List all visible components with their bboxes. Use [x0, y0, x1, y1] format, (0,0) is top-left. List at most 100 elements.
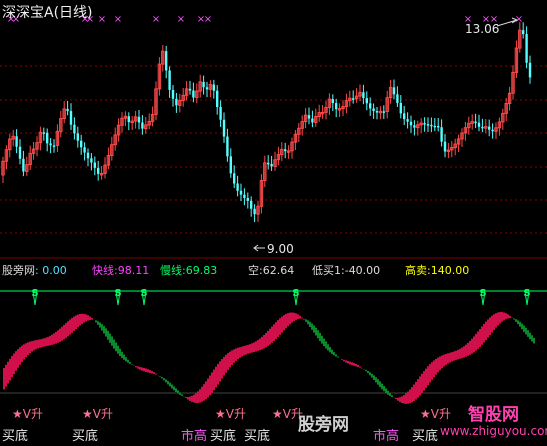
candle-body	[270, 163, 273, 167]
candle-body	[481, 126, 484, 129]
watermark-url: www.zhiguyou.com	[440, 424, 547, 438]
period-label: (日线)	[53, 5, 93, 21]
candle-body	[127, 116, 130, 123]
candle-body	[222, 119, 226, 137]
candle-body	[382, 111, 385, 113]
candle-body	[202, 81, 205, 88]
candle-body	[362, 92, 365, 99]
candle-body	[335, 103, 338, 110]
candle-body	[437, 125, 440, 128]
star-vup-label: ★V升	[420, 407, 451, 421]
candle-body	[443, 141, 447, 152]
candle-body	[250, 200, 253, 209]
slow-line-label: 慢线:	[160, 264, 186, 277]
candle-body	[406, 119, 409, 122]
candle-body	[522, 30, 525, 35]
candle-body	[311, 118, 314, 123]
high-sell-value: 140.00	[430, 264, 470, 277]
candle-body	[284, 149, 287, 152]
candle-body	[216, 90, 219, 108]
candle-body	[474, 121, 477, 124]
candle-body	[46, 132, 49, 144]
candle-body	[352, 98, 355, 100]
candle-body	[491, 129, 494, 132]
candle-body	[188, 88, 192, 91]
candle-body	[331, 99, 334, 104]
high-price-label: 13.06	[465, 22, 500, 36]
high-sell-readout: 高卖:140.00	[405, 264, 469, 277]
candle-body	[137, 116, 141, 123]
candle-body	[219, 107, 222, 120]
fast-line-readout: 快线:98.11	[92, 264, 149, 277]
empty-readout: 空:62.64	[248, 264, 294, 277]
candle-body	[392, 87, 396, 95]
high-sell-label: 高卖:	[405, 264, 431, 277]
candle-body	[426, 124, 430, 126]
candle-body	[175, 98, 178, 106]
empty-value: 62.64	[262, 264, 295, 277]
slow-line-readout: 慢线:69.83	[160, 264, 217, 277]
star-vup-label: ★V升	[215, 407, 246, 421]
candle-body	[22, 158, 25, 172]
market-high-label: 市高	[373, 428, 399, 444]
buy-bottom-label: 买底	[244, 428, 270, 444]
candle-body	[229, 156, 232, 174]
stock-name: 深深宝A	[2, 5, 54, 21]
candle-body	[246, 198, 249, 201]
candles	[1, 22, 532, 223]
star-vup-label: ★V升	[82, 407, 113, 421]
candle-body	[18, 146, 22, 159]
candle-body	[69, 111, 73, 125]
watermark-site-2: 智股网	[468, 405, 519, 425]
candle-body	[93, 162, 96, 168]
s-marker: S	[31, 288, 38, 299]
candle-body	[80, 140, 83, 148]
low-buy-readout: 低买1:-40.00	[312, 264, 380, 277]
candle-body	[396, 94, 399, 103]
fast-line-label: 快线:	[92, 264, 118, 277]
candle-body	[42, 132, 45, 134]
candle-body	[372, 108, 375, 112]
watermark-site-1: 股旁网	[298, 415, 349, 435]
buy-bottom-label: 买底	[210, 428, 236, 444]
candle-body	[192, 90, 195, 98]
chart-stage: × × × × × × × × × × × × × × S S S S S S 买底 买底 市高 买底 买底 市高 买底 ★V升 ★V升…	[0, 0, 547, 446]
s-marker: S	[523, 288, 530, 299]
candle-body	[233, 173, 236, 184]
buy-bottom-label: 买底	[72, 428, 98, 444]
candle-body	[141, 122, 144, 129]
candle-body	[440, 127, 443, 142]
s-marker: S	[479, 288, 486, 299]
candle-body	[83, 147, 86, 153]
candle-body	[52, 145, 56, 147]
candle-body	[239, 190, 243, 195]
candle-body	[423, 123, 426, 125]
s-marker: S	[140, 288, 147, 299]
low-price-label: 9.00	[267, 242, 294, 256]
cross-marker: ×	[98, 14, 106, 25]
candle-body	[253, 208, 256, 215]
fast-line-value: 98.11	[117, 264, 150, 277]
low-buy-value: -40.00	[344, 264, 381, 277]
indicator-name-text: 股旁网	[2, 264, 35, 277]
s-marker: S	[114, 288, 121, 299]
star-vup-label: ★V升	[12, 407, 43, 421]
candle-body	[226, 136, 229, 157]
candle-body	[433, 125, 436, 128]
cross-marker: ×	[152, 14, 160, 25]
candle-body	[477, 122, 481, 127]
cross-marker: ×	[177, 14, 185, 25]
indicator-name: 股旁网: 0.00	[2, 264, 67, 277]
candle-body	[90, 158, 93, 163]
candle-body	[399, 102, 402, 114]
s-marker: S	[292, 288, 299, 299]
candle-body	[168, 70, 171, 90]
candle-body	[212, 84, 215, 91]
oscillator	[3, 312, 535, 404]
candle-body	[236, 183, 239, 191]
market-high-label: 市高	[181, 428, 207, 444]
candle-body	[76, 133, 79, 141]
candle-body	[375, 111, 379, 113]
slow-line-value: 69.83	[185, 264, 218, 277]
candle-body	[66, 108, 69, 112]
